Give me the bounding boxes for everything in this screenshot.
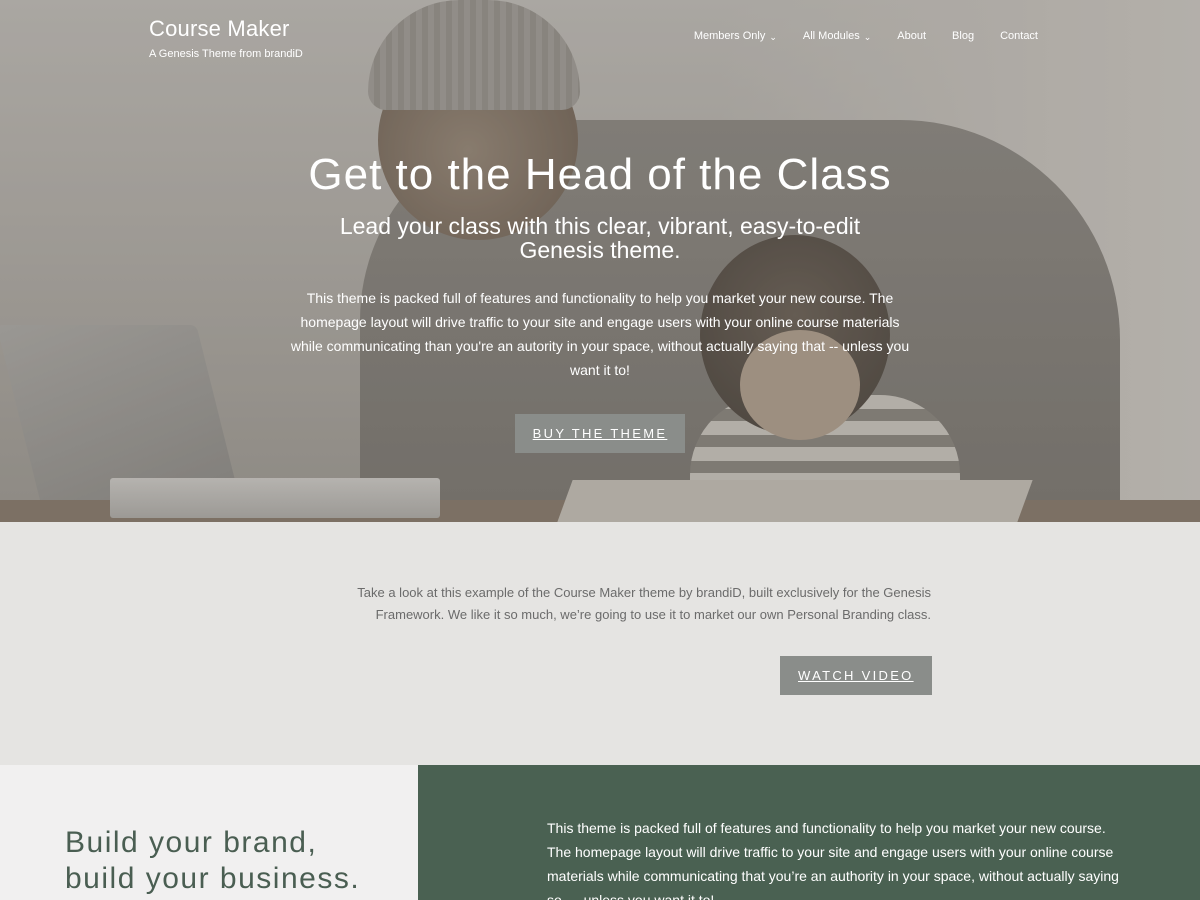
hero-heading: Get to the Head of the Class — [308, 150, 892, 199]
watch-video-button[interactable]: WATCH VIDEO — [780, 656, 932, 695]
nav-item-members-only[interactable]: Members Only ⌄ — [694, 30, 777, 42]
site-tagline: A Genesis Theme from brandiD — [149, 48, 303, 60]
hero-content: Get to the Head of the Class Lead your c… — [0, 150, 1200, 454]
hero-subheading: Lead your class with this clear, vibrant… — [339, 213, 861, 264]
intro-text: Take a look at this example of the Cours… — [357, 585, 931, 622]
main-nav: Members Only ⌄ All Modules ⌄ About Blog … — [668, 30, 1038, 42]
hero-section: Course Maker A Genesis Theme from brandi… — [0, 0, 1200, 522]
nav-item-label: Blog — [952, 30, 975, 42]
feature-heading-panel: Build your brand, build your business. — [0, 765, 418, 900]
nav-item-blog[interactable]: Blog — [952, 30, 974, 42]
feature-text: This theme is packed full of features an… — [547, 820, 1119, 900]
feature-heading: Build your brand, build your business. — [65, 825, 360, 897]
buy-theme-button[interactable]: BUY THE THEME — [514, 414, 686, 454]
chevron-down-icon: ⌄ — [863, 31, 872, 42]
feature-heading-line-2: build your business. — [65, 862, 361, 895]
nav-item-label: About — [897, 30, 927, 42]
nav-item-about[interactable]: About — [897, 30, 926, 42]
hero-body-text: This theme is packed full of features an… — [290, 290, 910, 379]
nav-item-label: All Modules — [802, 30, 860, 42]
intro-section: Take a look at this example of the Cours… — [0, 522, 1200, 765]
feature-text-panel: This theme is packed full of features an… — [418, 765, 1200, 900]
site-title[interactable]: Course Maker — [149, 16, 303, 42]
chevron-down-icon: ⌄ — [769, 31, 777, 42]
feature-heading-line-1: Build your brand, — [65, 826, 318, 859]
nav-item-contact[interactable]: Contact — [1000, 30, 1038, 42]
nav-item-label: Contact — [1000, 30, 1038, 42]
site-branding: Course Maker A Genesis Theme from brandi… — [149, 16, 303, 60]
nav-item-all-modules[interactable]: All Modules ⌄ — [803, 30, 871, 42]
nav-item-label: Members Only — [693, 30, 766, 42]
